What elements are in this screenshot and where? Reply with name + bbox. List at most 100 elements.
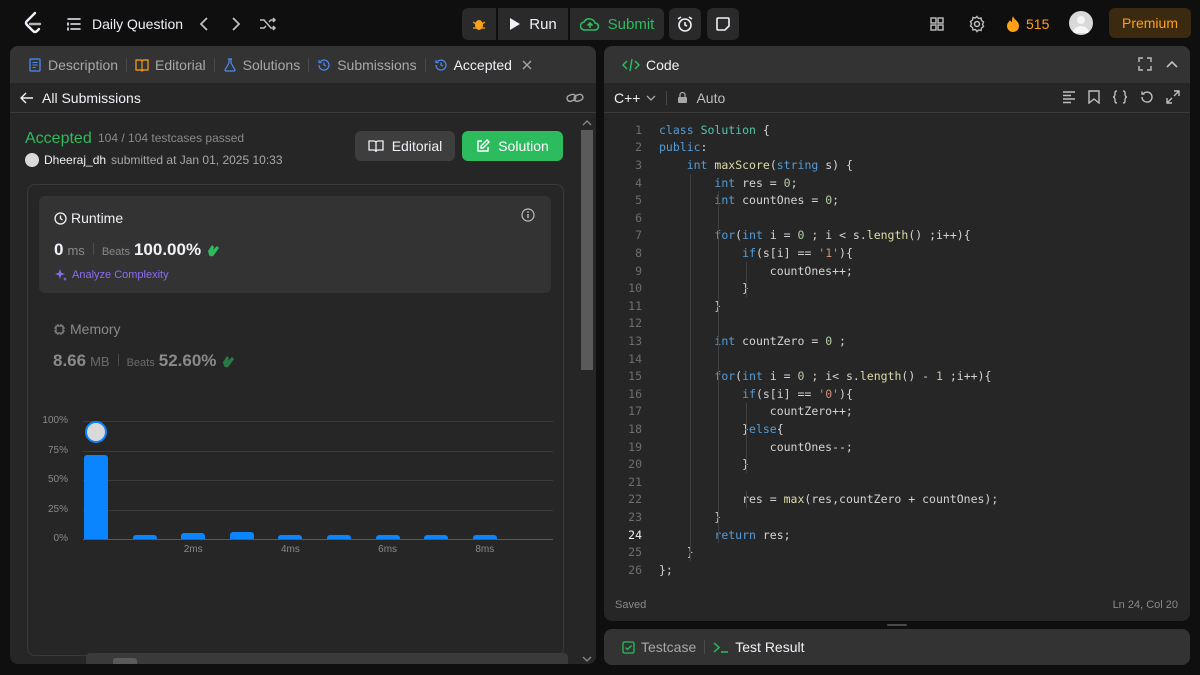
code-editor[interactable]: 1 class Solution {2 public: 3 int maxScore(… xyxy=(604,121,1190,581)
reset-icon[interactable] xyxy=(1140,90,1154,104)
code-line[interactable]: 19 countOnes--; xyxy=(604,438,1164,456)
code-line[interactable]: 18 }else{ xyxy=(604,420,1164,438)
code-line[interactable]: 17 countZero++; xyxy=(604,403,1164,421)
runtime-card[interactable]: Runtime 0 ms Beats 100.00% Analyze Compl… xyxy=(39,196,551,293)
timer-button[interactable] xyxy=(669,8,701,40)
fullscreen-icon[interactable] xyxy=(1166,90,1180,104)
code-line[interactable]: 24 return res; xyxy=(604,526,1164,544)
code-line[interactable]: 11 } xyxy=(604,297,1164,315)
chart-bar[interactable] xyxy=(229,531,254,539)
chart-range-selector[interactable]: 2ms4ms6ms8ms xyxy=(86,653,568,664)
scrollbar-thumb[interactable] xyxy=(581,130,593,370)
chart-bar[interactable] xyxy=(132,535,157,539)
gear-icon xyxy=(969,15,985,33)
code-text: int res = 0; xyxy=(714,175,798,190)
run-label: Run xyxy=(529,15,557,33)
code-line[interactable]: 8 if(s[i] == '1'){ xyxy=(604,244,1164,262)
code-line[interactable]: 23 } xyxy=(604,508,1164,526)
code-line[interactable]: 13 int countZero = 0 ; xyxy=(604,332,1164,350)
layout-button[interactable] xyxy=(929,12,945,36)
code-line[interactable]: 7 for(int i = 0 ; i < s.length() ;i++){ xyxy=(604,227,1164,245)
expand-icon[interactable] xyxy=(1138,57,1152,71)
avatar[interactable] xyxy=(25,153,39,167)
code-line[interactable]: 9 countOnes++; xyxy=(604,262,1164,280)
code-line[interactable]: 25 } xyxy=(604,543,1164,561)
chart-bar[interactable] xyxy=(424,535,449,539)
arrow-left-icon[interactable] xyxy=(20,92,34,104)
panel-resize-handle[interactable] xyxy=(887,624,907,626)
problem-list-button[interactable]: Daily Question xyxy=(66,12,183,36)
sparkle-icon xyxy=(55,269,67,281)
tab-test-result[interactable]: Test Result xyxy=(707,629,810,665)
code-line[interactable]: 15 for(int i = 0 ; i< s.length() - 1 ;i+… xyxy=(604,367,1164,385)
code-line[interactable]: 22 res = max(res,countZero + countOnes); xyxy=(604,491,1164,509)
notes-button[interactable] xyxy=(707,8,739,40)
tab-accepted[interactable]: Accepted xyxy=(428,46,538,83)
close-icon[interactable] xyxy=(522,60,532,70)
format-icon[interactable] xyxy=(1062,90,1076,104)
chart-bar[interactable] xyxy=(181,533,206,539)
code-text: } xyxy=(659,545,694,560)
submit-button[interactable]: Submit xyxy=(570,8,664,40)
settings-button[interactable] xyxy=(968,12,986,36)
indent-guide xyxy=(746,402,747,473)
prev-problem-button[interactable] xyxy=(192,12,216,36)
braces-icon[interactable] xyxy=(1112,90,1128,104)
run-button[interactable]: Run xyxy=(498,8,568,40)
tab-solutions[interactable]: Solutions xyxy=(217,46,307,83)
bookmark-icon[interactable] xyxy=(1088,90,1100,104)
line-number: 25 xyxy=(628,545,642,560)
code-line[interactable]: 20 } xyxy=(604,455,1164,473)
line-number: 24 xyxy=(628,527,642,542)
chart-bar[interactable] xyxy=(278,535,303,539)
auto-mode[interactable]: Auto xyxy=(696,90,725,106)
chart-bar[interactable] xyxy=(84,455,108,539)
tab-code[interactable]: Code xyxy=(616,46,685,83)
code-line[interactable]: 10 } xyxy=(604,279,1164,297)
all-submissions-link[interactable]: All Submissions xyxy=(42,90,141,106)
left-scrollbar[interactable] xyxy=(579,120,593,664)
code-line[interactable]: 3 int maxScore(string s) { xyxy=(604,156,1164,174)
chevron-up-icon[interactable] xyxy=(1166,60,1178,68)
clap-icon xyxy=(223,356,235,368)
chart-bar[interactable] xyxy=(327,535,351,539)
tab-editorial[interactable]: Editorial xyxy=(129,46,212,83)
code-line[interactable]: 2 public: xyxy=(604,139,1164,157)
book-icon xyxy=(135,58,149,72)
gridline xyxy=(83,509,553,511)
analyze-complexity-link[interactable]: Analyze Complexity xyxy=(54,268,169,282)
info-icon[interactable] xyxy=(521,208,535,222)
language-select[interactable]: C++ xyxy=(614,90,640,106)
tab-testcase[interactable]: Testcase xyxy=(616,629,702,665)
code-line[interactable]: 6 xyxy=(604,209,1164,227)
leetcode-logo-icon[interactable] xyxy=(22,11,44,35)
code-line[interactable]: 14 xyxy=(604,350,1164,368)
username[interactable]: Dheeraj_dh xyxy=(44,153,106,167)
code-line[interactable]: 26}; xyxy=(604,561,1164,579)
code-line[interactable]: 4 int res = 0; xyxy=(604,174,1164,192)
code-line[interactable]: 12 xyxy=(604,315,1164,333)
chart-bar[interactable] xyxy=(472,535,497,539)
code-text: int countZero = 0 ; xyxy=(714,333,846,348)
code-line[interactable]: 21 xyxy=(604,473,1164,491)
editorial-button[interactable]: Editorial xyxy=(355,131,455,161)
link-icon[interactable] xyxy=(566,92,584,104)
code-line[interactable]: 5 int countOnes = 0; xyxy=(604,191,1164,209)
line-number: 21 xyxy=(628,474,642,489)
code-line[interactable]: 1 class Solution { xyxy=(604,121,1164,139)
code-line[interactable]: 16 if(s[i] == '0'){ xyxy=(604,385,1164,403)
user-avatar[interactable] xyxy=(1069,11,1093,35)
streak-counter[interactable]: 515 xyxy=(1006,12,1049,36)
solution-button[interactable]: Solution xyxy=(462,131,563,161)
premium-button[interactable]: Premium xyxy=(1109,8,1191,38)
chart-bar[interactable] xyxy=(375,535,400,539)
line-number: 19 xyxy=(628,439,642,454)
next-problem-button[interactable] xyxy=(224,12,248,36)
random-problem-button[interactable] xyxy=(256,12,280,36)
debug-button[interactable] xyxy=(462,8,496,40)
tab-description[interactable]: Description xyxy=(22,46,124,83)
analyze-label: Analyze Complexity xyxy=(72,269,169,281)
memory-title[interactable]: Memory xyxy=(53,321,121,337)
tab-submissions[interactable]: Submissions xyxy=(311,46,422,83)
code-icon xyxy=(622,58,640,71)
